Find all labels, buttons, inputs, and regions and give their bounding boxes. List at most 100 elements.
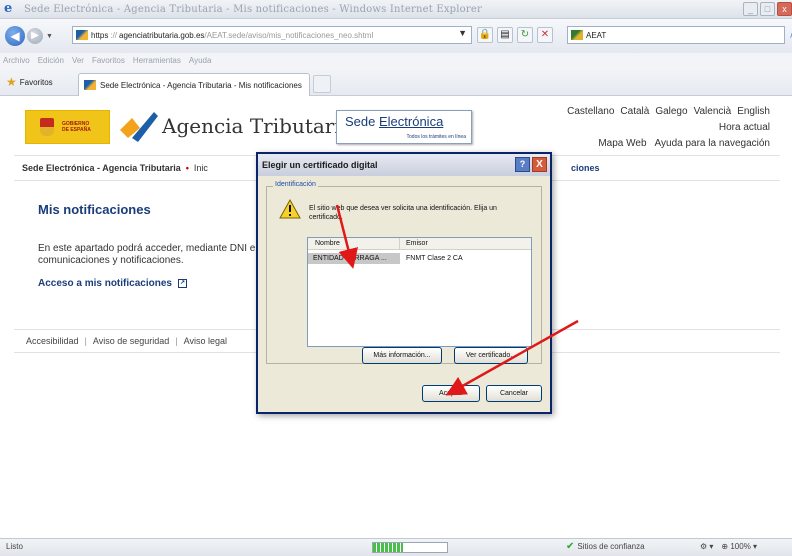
favorites-label: Favoritos [19, 77, 53, 87]
gobierno-logo[interactable]: GOBIERNO DE ESPAÑA [25, 110, 110, 144]
status-text: Listo [6, 542, 23, 551]
history-dropdown-icon[interactable]: ▼ [46, 33, 53, 40]
lang-english[interactable]: English [737, 106, 770, 117]
breadcrumb-current[interactable]: Inic [194, 163, 208, 173]
footer-aviso-legal[interactable]: Aviso legal [184, 336, 227, 346]
certificate-list[interactable]: Nombre Emisor ENTIDAD PARRAGA ... FNMT C… [307, 237, 532, 347]
tab-current[interactable]: Sede Electrónica - Agencia Tributaria - … [78, 73, 310, 96]
access-notifications-link[interactable]: Acceso a mis notificaciones ↗ [38, 278, 187, 289]
menu-ver[interactable]: Ver [72, 56, 84, 65]
refresh-icon[interactable]: ↻ [517, 27, 533, 43]
dialog-help-button[interactable]: ? [515, 157, 530, 172]
identification-group: Identificación El sitio web que desea ve… [266, 181, 542, 364]
address-toolbar: ◀ ▶ ▼ https :// agenciatributaria.gob.es… [0, 19, 792, 53]
breadcrumb-tail[interactable]: ciones [571, 163, 600, 173]
certificate-row[interactable]: ENTIDAD PARRAGA ... FNMT Clase 2 CA [308, 253, 531, 264]
address-tools: 🔒 ▤ ↻ ✕ [477, 27, 553, 43]
status-bar: Listo ✔ Sitios de confianza ⚙ ▾ ⊕ 100% ▾ [0, 538, 792, 556]
maximize-button[interactable]: □ [760, 2, 775, 16]
intro-paragraph: En este apartado podrá acceder, mediante… [38, 243, 256, 266]
protected-mode-icon: ⚙ ▾ [700, 542, 714, 551]
new-tab-button[interactable] [313, 75, 331, 93]
accept-button[interactable]: Aceptar [422, 385, 480, 402]
site-favicon-icon [76, 30, 88, 40]
ayuda-navegacion-link[interactable]: Ayuda para la navegación [655, 138, 770, 149]
page-title: Mis notificaciones [38, 202, 151, 217]
ie-logo-icon: e [4, 1, 13, 16]
certificate-list-header: Nombre Emisor [308, 238, 531, 250]
dialog-title-bar[interactable]: Elegir un certificado digital ? X [258, 154, 550, 176]
language-links: Castellano Català Galego Valencià Englis… [567, 106, 770, 117]
tab-label: Sede Electrónica - Agencia Tributaria - … [100, 80, 302, 90]
column-emisor[interactable]: Emisor [400, 238, 428, 249]
header-links: Mapa Web Ayuda para la navegación [598, 138, 770, 149]
security-zone[interactable]: ✔ Sitios de confianza [566, 541, 645, 552]
url-protocol: https [91, 30, 109, 40]
search-provider-icon [571, 30, 583, 40]
certificate-issuer: FNMT Clase 2 CA [406, 255, 463, 262]
window-title: Sede Electrónica - Agencia Tributaria - … [24, 3, 482, 15]
agency-name[interactable]: Agencia Tributaria [162, 114, 353, 138]
agencia-tributaria-logo-icon[interactable] [118, 108, 158, 144]
url-domain: agenciatributaria.gob.es [119, 30, 205, 40]
close-window-button[interactable]: x [777, 2, 792, 16]
external-link-icon: ↗ [177, 279, 187, 288]
menu-archivo[interactable]: Archivo [3, 56, 30, 65]
minimize-button[interactable]: _ [743, 2, 758, 16]
sede-tagline: Todos los trámites en línea [406, 134, 466, 140]
warning-icon [279, 199, 301, 219]
search-icon[interactable]: ⌕ [785, 26, 792, 44]
certificate-dialog: Elegir un certificado digital ? X Identi… [256, 152, 552, 414]
cancel-button[interactable]: Cancelar [486, 385, 542, 402]
title-bar: e Sede Electrónica - Agencia Tributaria … [0, 0, 792, 19]
search-text: AEAT [586, 30, 607, 40]
breadcrumb-root[interactable]: Sede Electrónica - Agencia Tributaria [22, 163, 181, 173]
footer-aviso-seguridad[interactable]: Aviso de seguridad [93, 336, 169, 346]
browser-window: e Sede Electrónica - Agencia Tributaria … [0, 0, 792, 556]
check-icon: ✔ [566, 541, 575, 552]
menu-favoritos[interactable]: Favoritos [92, 56, 125, 65]
progress-bar [372, 542, 448, 553]
menu-herramientas[interactable]: Herramientas [133, 56, 181, 65]
star-icon: ★ [6, 75, 17, 89]
view-certificate-button[interactable]: Ver certificado... [454, 347, 528, 364]
lang-valencia[interactable]: Valencià [694, 106, 732, 117]
zoom-control[interactable]: ⚙ ▾ ⊕ 100% ▾ [700, 542, 757, 551]
url-path: /AEAT.sede/aviso/mis_notificaciones_neo.… [204, 30, 374, 40]
breadcrumb-separator: • [185, 163, 189, 173]
group-label: Identificación [273, 181, 318, 188]
coat-of-arms-icon [40, 118, 54, 136]
stop-icon[interactable]: ✕ [537, 27, 553, 43]
menu-bar: Archivo Edición Ver Favoritos Herramient… [0, 53, 792, 67]
menu-edicion[interactable]: Edición [38, 56, 64, 65]
compat-view-icon[interactable]: ▤ [497, 27, 513, 43]
tab-favicon-icon [84, 80, 96, 90]
lock-icon[interactable]: 🔒 [477, 27, 493, 43]
menu-ayuda[interactable]: Ayuda [189, 56, 212, 65]
window-controls: _ □ x [743, 2, 792, 16]
sede-electronica-logo[interactable]: Sede Electrónica Todos los trámites en l… [336, 110, 472, 144]
footer-accesibilidad[interactable]: Accesibilidad [26, 336, 79, 346]
progress-fill [373, 543, 403, 552]
dialog-title: Elegir un certificado digital [262, 160, 378, 170]
forward-button[interactable]: ▶ [27, 28, 43, 44]
lang-castellano[interactable]: Castellano [567, 106, 614, 117]
favorites-button[interactable]: ★ Favoritos [6, 75, 53, 89]
lang-catala[interactable]: Català [620, 106, 649, 117]
url-field[interactable]: https :// agenciatributaria.gob.es /AEAT… [72, 26, 472, 44]
mapa-web-link[interactable]: Mapa Web [598, 138, 646, 149]
lang-galego[interactable]: Galego [655, 106, 687, 117]
column-nombre[interactable]: Nombre [308, 238, 400, 249]
sede-title-1: Sede [345, 114, 379, 129]
hora-actual-link[interactable]: Hora actual [719, 122, 770, 133]
certificate-name: ENTIDAD PARRAGA ... [308, 253, 400, 264]
url-dropdown-icon[interactable]: ▼ [458, 28, 467, 38]
sede-title-2: Electrónica [378, 114, 444, 129]
trust-zone-label: Sitios de confianza [577, 542, 645, 551]
dialog-close-button[interactable]: X [532, 157, 547, 172]
back-button[interactable]: ◀ [5, 26, 25, 46]
zoom-level: ⊕ 100% ▾ [721, 542, 758, 551]
gob-text-2: DE ESPAÑA [62, 127, 91, 133]
search-input[interactable]: AEAT ⌕ [567, 26, 792, 44]
more-info-button[interactable]: Más información... [362, 347, 442, 364]
